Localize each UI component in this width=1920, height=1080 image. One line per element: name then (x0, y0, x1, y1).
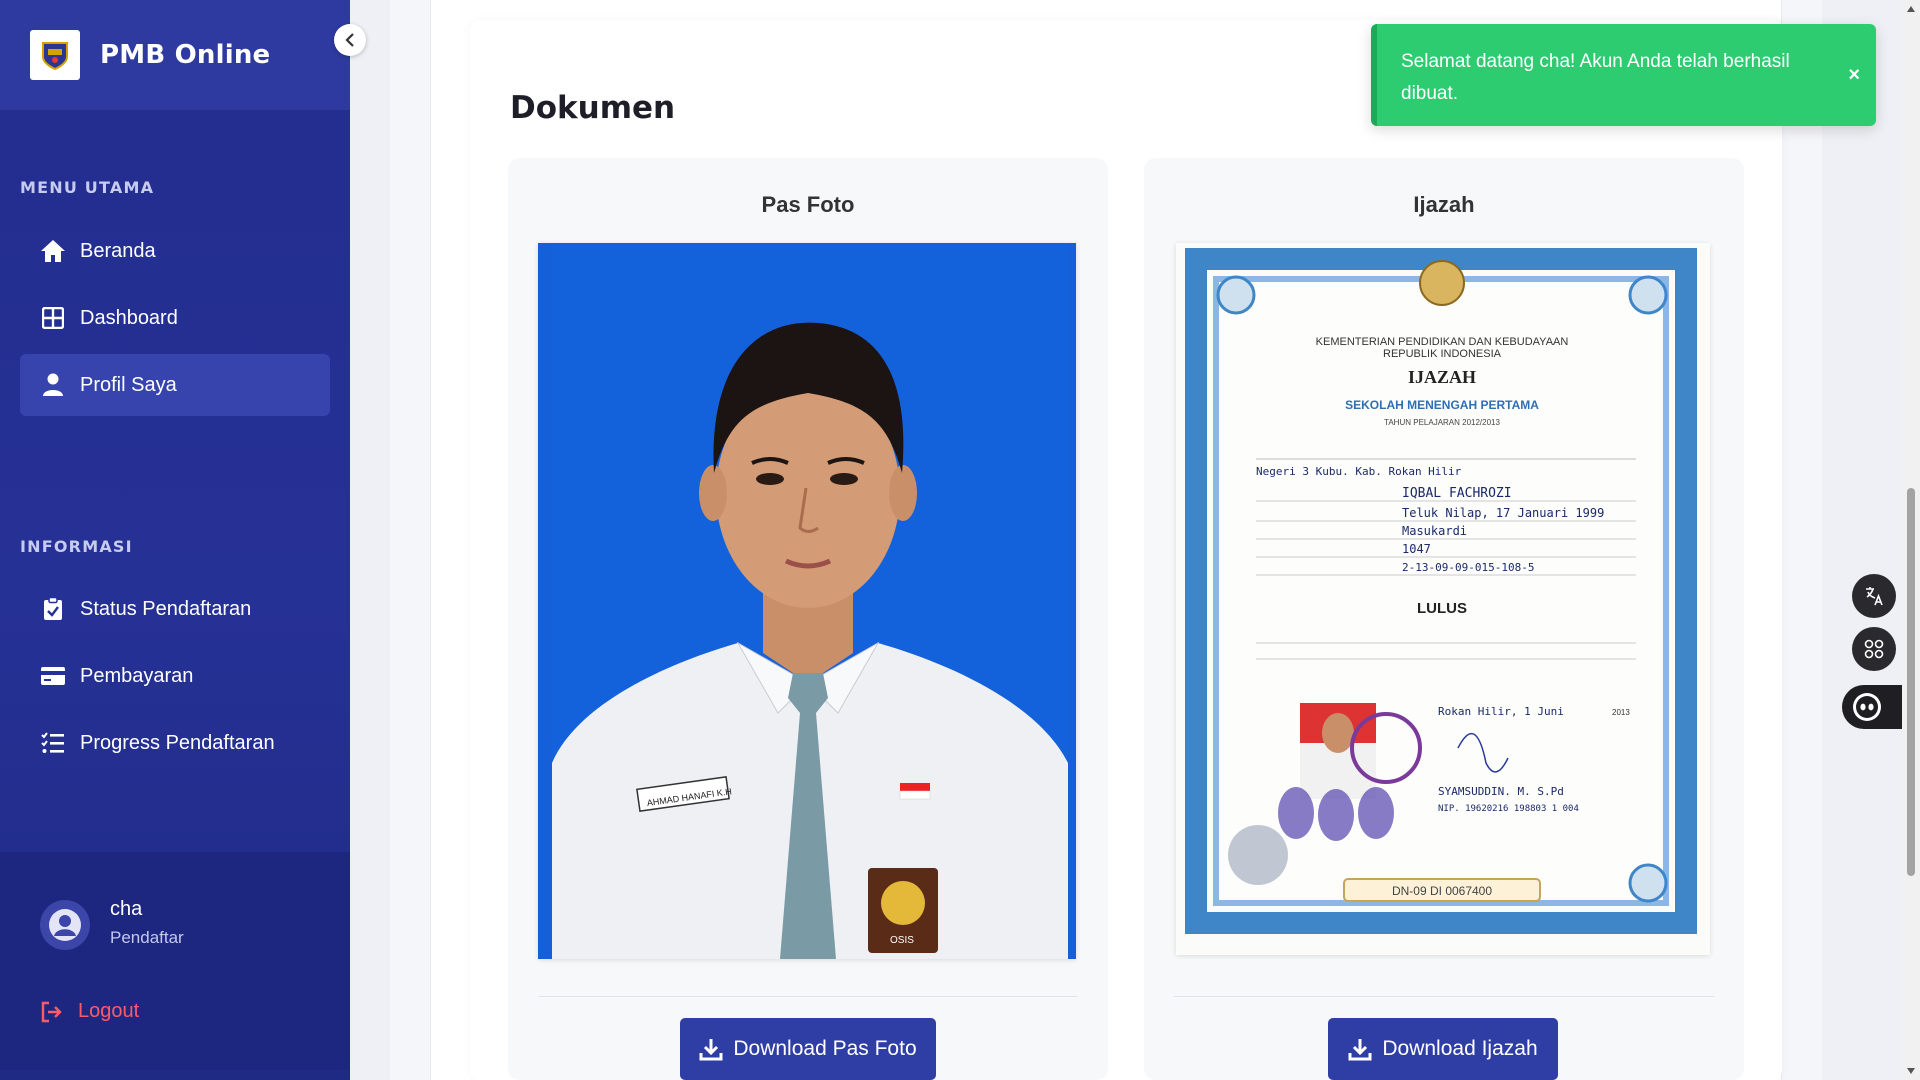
success-toast: Selamat datang cha! Akun Anda telah berh… (1371, 24, 1876, 126)
logout-label: Logout (78, 1000, 140, 1022)
scroll-down-arrow-icon[interactable] (1907, 1068, 1915, 1074)
list-check-icon (40, 730, 66, 756)
ijazah-birth: Teluk Nilap, 17 Januari 1999 (1402, 506, 1604, 520)
assistant-widget-tab[interactable] (1842, 685, 1904, 729)
ijazah-year: TAHUN PELAJARAN 2012/2013 (1384, 418, 1500, 427)
sidebar-item-progress-pendaftaran[interactable]: Progress Pendaftaran (20, 712, 330, 774)
sidebar-item-status-pendaftaran[interactable]: Status Pendaftaran (20, 578, 330, 640)
sidebar-item-label: Progress Pendaftaran (80, 731, 275, 754)
sidebar-item-label: Pembayaran (80, 664, 194, 687)
pas-foto-image[interactable]: AHMAD HANAFI K.H OSIS (538, 243, 1076, 959)
sidebar-item-label: Status Pendaftaran (80, 597, 252, 620)
ijazah-place-date: Rokan Hilir, 1 Juni (1438, 705, 1564, 718)
download-icon (699, 1037, 723, 1061)
card-divider (538, 996, 1078, 997)
sidebar-collapse-button[interactable] (334, 24, 366, 56)
scroll-up-arrow-icon[interactable] (1907, 6, 1915, 12)
apps-icon (1864, 639, 1884, 659)
ijazah-signer: SYAMSUDDIN. M. S.Pd (1438, 785, 1564, 798)
ijazah-ministry: KEMENTERIAN PENDIDIKAN DAN KEBUDAYAAN (1316, 336, 1569, 348)
school-logo (30, 30, 80, 80)
home-icon (40, 238, 66, 264)
sidebar-item-profil-saya[interactable]: Profil Saya (20, 354, 330, 416)
page-scrollbar[interactable] (1902, 0, 1920, 1080)
assistant-icon (1853, 693, 1881, 721)
osis-badge-text: OSIS (890, 935, 914, 946)
sidebar-item-label: Beranda (80, 239, 156, 262)
translate-widget-button[interactable] (1852, 574, 1896, 618)
download-button-label: Download Pas Foto (733, 1037, 917, 1060)
document-title: Ijazah (1413, 192, 1475, 217)
avatar[interactable] (40, 900, 90, 950)
download-ijazah-button[interactable]: Download Ijazah (1328, 1018, 1558, 1080)
ijazah-name: IQBAL FACHROZI (1402, 486, 1512, 501)
ijazah-republic: REPUBLIK INDONESIA (1383, 348, 1502, 360)
credit-card-icon (40, 663, 66, 689)
ijazah-participant-no: 2-13-09-09-015-108-5 (1402, 561, 1534, 574)
download-icon (1348, 1037, 1372, 1061)
ijazah-school: Negeri 3 Kubu. Kab. Rokan Hilir (1256, 465, 1462, 478)
app-title: PMB Online (100, 40, 271, 70)
sidebar-item-dashboard[interactable]: Dashboard (20, 287, 330, 349)
sidebar-item-beranda[interactable]: Beranda (20, 220, 330, 282)
scrollbar-thumb[interactable] (1907, 488, 1915, 876)
ijazah-school-level: SEKOLAH MENENGAH PERTAMA (1345, 398, 1539, 412)
ijazah-serial: DN-09 DI 0067400 (1392, 884, 1492, 898)
dashboard-icon (40, 305, 66, 331)
document-title: Pas Foto (761, 192, 855, 217)
ijazah-nip: NIP. 19620216 198803 1 004 (1438, 804, 1579, 814)
document-card-ijazah: Ijazah KEMENTERIAN PENDIDIKAN DAN KEBUDA… (1144, 158, 1744, 1080)
user-icon (40, 372, 66, 398)
ijazah-image[interactable]: KEMENTERIAN PENDIDIKAN DAN KEBUDAYAAN RE… (1176, 243, 1710, 955)
sidebar-item-pembayaran[interactable]: Pembayaran (20, 645, 330, 707)
logout-link[interactable]: Logout (40, 1000, 139, 1023)
user-panel: cha Pendaftar Logout (0, 852, 350, 1070)
chevron-left-icon (345, 33, 354, 47)
toast-message: Selamat datang cha! Akun Anda telah berh… (1401, 51, 1790, 104)
user-role: Pendaftar (110, 928, 184, 947)
card-divider (1174, 996, 1714, 997)
document-card-pas-foto: Pas Foto AHMAD HANAFI K.H OSIS Download … (508, 158, 1108, 1080)
logout-icon (40, 1001, 64, 1023)
ijazah-place-year: 2013 (1612, 708, 1630, 717)
apps-widget-button[interactable] (1852, 627, 1896, 671)
documents-title: Dokumen (510, 90, 676, 126)
ijazah-heading: IJAZAH (1408, 367, 1476, 387)
section-informasi: INFORMASI (20, 537, 133, 556)
user-name: cha (110, 898, 143, 920)
clipboard-check-icon (40, 596, 66, 622)
download-pas-foto-button[interactable]: Download Pas Foto (680, 1018, 936, 1080)
sidebar-item-label: Dashboard (80, 306, 178, 329)
translate-icon (1866, 587, 1883, 606)
sidebar-item-label: Profil Saya (80, 373, 177, 396)
section-menu-utama: MENU UTAMA (20, 178, 155, 197)
sidebar: PMB Online MENU UTAMA Beranda Dashboard … (0, 0, 350, 1080)
ijazah-parent: Masukardi (1402, 524, 1467, 538)
ijazah-status: LULUS (1417, 600, 1467, 617)
ijazah-nis: 1047 (1402, 542, 1431, 556)
download-button-label: Download Ijazah (1382, 1037, 1538, 1060)
sidebar-brand[interactable]: PMB Online (0, 0, 350, 110)
toast-close-button[interactable]: × (1848, 64, 1860, 87)
